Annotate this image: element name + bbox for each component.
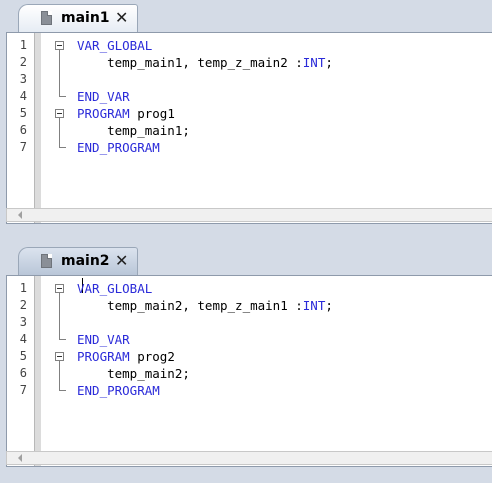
- horizontal-scrollbar[interactable]: [6, 451, 492, 465]
- fold-collapse-icon[interactable]: [55, 284, 64, 293]
- tab-bar: main2 ✕: [0, 243, 492, 275]
- fold-end-marker: [59, 390, 66, 391]
- line-number: 4: [19, 332, 27, 346]
- line-number: 4: [19, 89, 27, 103]
- close-icon[interactable]: ✕: [115, 251, 128, 270]
- fold-collapse-icon[interactable]: [55, 41, 64, 50]
- fold-end-marker: [59, 147, 66, 148]
- line-number: 1: [19, 281, 27, 295]
- fold-guide-line: [59, 50, 60, 96]
- code-line[interactable]: END_VAR: [77, 88, 130, 105]
- line-number: 5: [19, 349, 27, 363]
- line-number: 5: [19, 106, 27, 120]
- keyword-token: PROGRAM: [77, 106, 130, 121]
- keyword-token: END_PROGRAM: [77, 383, 160, 398]
- fold-collapse-icon[interactable]: [55, 109, 64, 118]
- code-editor[interactable]: 1 VAR_GLOBAL 2 temp_main2, temp_z_main1 :I…: [6, 275, 492, 467]
- code-line[interactable]: END_VAR: [77, 331, 130, 348]
- line-number: 2: [19, 298, 27, 312]
- close-icon[interactable]: ✕: [115, 8, 128, 27]
- fold-guide-line: [59, 293, 60, 339]
- keyword-token: END_VAR: [77, 89, 130, 104]
- code-token: temp_main2, temp_z_main1 :: [77, 298, 303, 313]
- tab-main2[interactable]: main2 ✕: [18, 247, 138, 275]
- keyword-token: END_VAR: [77, 332, 130, 347]
- code-line[interactable]: temp_main1;: [77, 122, 190, 139]
- fold-end-marker: [59, 96, 66, 97]
- line-number: 3: [19, 315, 27, 329]
- code-line[interactable]: temp_main2;: [77, 365, 190, 382]
- code-token: prog2: [129, 349, 175, 364]
- code-token: ;: [325, 298, 333, 313]
- keyword-token: VAR_GLOBAL: [77, 38, 153, 53]
- code-token: temp_main1, temp_z_main2 :: [77, 55, 303, 70]
- editor-pane-main1: main1 ✕ 1 VAR_GLOBAL 2 temp_main1, temp_z_…: [0, 0, 492, 241]
- file-icon: [41, 254, 52, 268]
- line-number: 3: [19, 72, 27, 86]
- code-token: ;: [325, 55, 333, 70]
- tab-main1[interactable]: main1 ✕: [18, 4, 138, 32]
- code-token: temp_main1;: [77, 123, 190, 138]
- fold-margin: [35, 276, 41, 466]
- tab-bar: main1 ✕: [0, 0, 492, 32]
- tab-label: main2: [61, 253, 110, 269]
- keyword-token: INT: [302, 298, 326, 313]
- editor-pane-main2: main2 ✕ 1 VAR_GLOBAL 2 temp_main2, temp_z_…: [0, 243, 492, 483]
- line-number: 7: [19, 383, 27, 397]
- line-number: 2: [19, 55, 27, 69]
- code-line[interactable]: VAR_GLOBAL: [77, 37, 152, 54]
- line-number: 6: [19, 123, 27, 137]
- line-number: 1: [19, 38, 27, 52]
- code-editor[interactable]: 1 VAR_GLOBAL 2 temp_main1, temp_z_main2 :I…: [6, 32, 492, 224]
- fold-margin: [35, 33, 41, 223]
- scroll-left-arrow-icon[interactable]: [18, 454, 22, 462]
- scroll-left-arrow-icon[interactable]: [18, 211, 22, 219]
- code-line[interactable]: VAR_GLOBAL: [77, 280, 152, 297]
- line-number: 6: [19, 366, 27, 380]
- fold-end-marker: [59, 339, 66, 340]
- fold-guide-line: [59, 361, 60, 390]
- keyword-token: PROGRAM: [77, 349, 130, 364]
- code-line[interactable]: END_PROGRAM: [77, 139, 160, 156]
- code-line[interactable]: temp_main2, temp_z_main1 :INT;: [77, 297, 333, 314]
- code-line[interactable]: PROGRAM prog2: [77, 348, 175, 365]
- code-line[interactable]: temp_main1, temp_z_main2 :INT;: [77, 54, 333, 71]
- tab-label: main1: [61, 10, 110, 26]
- horizontal-scrollbar[interactable]: [6, 208, 492, 222]
- code-token: prog1: [129, 106, 175, 121]
- keyword-token: VAR_GLOBAL: [77, 281, 153, 296]
- code-line[interactable]: END_PROGRAM: [77, 382, 160, 399]
- file-icon: [41, 11, 52, 25]
- fold-guide-line: [59, 118, 60, 147]
- code-line[interactable]: PROGRAM prog1: [77, 105, 175, 122]
- keyword-token: INT: [302, 55, 326, 70]
- line-number: 7: [19, 140, 27, 154]
- fold-collapse-icon[interactable]: [55, 352, 64, 361]
- keyword-token: END_PROGRAM: [77, 140, 160, 155]
- code-token: temp_main2;: [77, 366, 190, 381]
